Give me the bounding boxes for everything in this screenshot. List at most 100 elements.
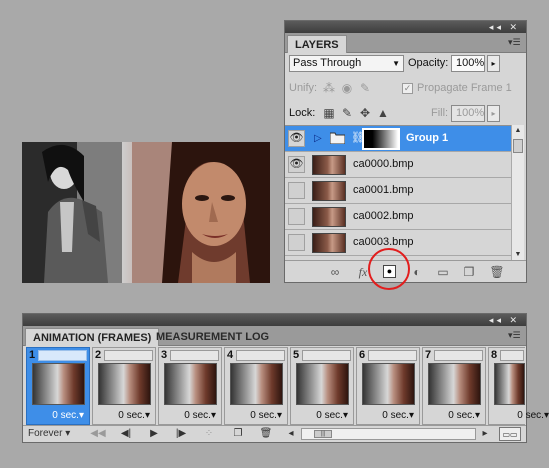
frame-thumbnail <box>98 363 151 405</box>
adjustment-layer-icon[interactable]: ◐ <box>409 264 425 280</box>
tab-layers-label: LAYERS <box>295 39 339 51</box>
unify-visibility-icon[interactable]: ◉ <box>339 80 355 97</box>
tab-layers[interactable]: LAYERS <box>287 35 347 53</box>
frame-header <box>500 350 524 361</box>
scroll-right-icon[interactable]: ▸ <box>479 427 491 441</box>
scroll-thumb[interactable]: ||| <box>314 430 332 438</box>
first-frame-icon[interactable]: ◀◀ <box>89 427 107 441</box>
fill-field[interactable]: 100% <box>451 105 485 122</box>
lock-brush-icon[interactable]: ✎ <box>339 105 355 122</box>
layer-mask-thumbnail[interactable] <box>362 128 400 150</box>
eye-icon[interactable]: 👁 <box>288 156 305 173</box>
frame-6[interactable]: 6 0 sec.▾ <box>356 347 420 425</box>
layers-scrollbar[interactable]: ▲ ▼ <box>511 125 524 261</box>
frame-delay[interactable]: 0 sec.▾ <box>517 410 549 422</box>
frame-delay[interactable]: 0 sec.▾ <box>250 410 282 422</box>
frame-delay[interactable]: 0 sec.▾ <box>118 410 150 422</box>
visibility-toggle-empty[interactable] <box>288 234 305 251</box>
layer-row-group[interactable]: 👁 ▷ ⛓ Group 1 <box>285 126 512 152</box>
frame-delay-value: 0 sec. <box>316 410 343 421</box>
next-frame-icon[interactable]: |▶ <box>172 427 190 441</box>
layers-panel-titlebar[interactable]: ◂◂ ✕ <box>285 21 526 33</box>
visibility-toggle-empty[interactable] <box>288 182 305 199</box>
blend-mode-select[interactable]: Pass Through ▼ <box>289 55 404 72</box>
frame-4[interactable]: 4 0 sec.▾ <box>224 347 288 425</box>
panel-menu-icon[interactable]: ▾☰ <box>508 330 521 340</box>
frame-5[interactable]: 5 0 sec.▾ <box>290 347 354 425</box>
tab-animation-frames[interactable]: ANIMATION (FRAMES) <box>25 328 160 346</box>
trash-icon[interactable]: 🗑 <box>259 427 273 441</box>
tab-measurement-log[interactable]: MEASUREMENT LOG <box>149 328 276 346</box>
convert-to-timeline-icon[interactable]: ▭▭ <box>499 427 521 441</box>
loop-option-value: Forever <box>28 428 63 439</box>
panel-menu-icon[interactable]: ▾☰ <box>508 37 521 47</box>
expand-triangle-icon[interactable]: ▷ <box>314 130 322 147</box>
frame-header <box>368 350 417 361</box>
duplicate-frame-icon[interactable]: ❐ <box>231 427 245 441</box>
layer-name: ca0002.bmp <box>353 210 414 222</box>
scroll-up-icon[interactable]: ▲ <box>512 125 524 137</box>
collapse-close-icons[interactable]: ◂◂ ✕ <box>489 314 520 326</box>
eye-icon[interactable]: 👁 <box>288 130 305 147</box>
loop-options-select[interactable]: Forever ▾ <box>28 427 76 441</box>
unify-style-icon[interactable]: ✎ <box>357 80 373 97</box>
lock-transparency-icon[interactable]: ▦ <box>321 105 337 122</box>
frame-1[interactable]: 1 0 sec.▾ <box>26 347 90 425</box>
highlight-circle-annotation <box>368 248 410 290</box>
frame-delay[interactable]: 0 sec.▾ <box>382 410 414 422</box>
frame-delay[interactable]: 0 sec.▾ <box>448 410 480 422</box>
document-canvas[interactable] <box>22 142 270 283</box>
opacity-field[interactable]: 100% <box>451 55 485 72</box>
frames-scrollbar[interactable]: ||| <box>301 428 476 440</box>
previous-frame-icon[interactable]: ◀| <box>117 427 135 441</box>
layer-row[interactable]: ca0001.bmp <box>285 178 512 204</box>
tween-icon[interactable]: ⁘ <box>199 427 219 441</box>
frame-delay[interactable]: 0 sec.▾ <box>184 410 216 422</box>
scroll-left-icon[interactable]: ◂ <box>285 427 297 441</box>
fill-slider-button[interactable]: ▸ <box>487 105 500 122</box>
tab-animation-label: ANIMATION (FRAMES) <box>33 332 152 344</box>
layer-row[interactable]: 👁 ca0000.bmp <box>285 152 512 178</box>
lock-all-icon[interactable]: ▲ <box>375 105 391 122</box>
visibility-toggle-empty[interactable] <box>288 208 305 225</box>
layers-tab-row: LAYERS ▾☰ <box>285 33 526 53</box>
frame-7[interactable]: 7 0 sec.▾ <box>422 347 486 425</box>
frame-number: 3 <box>161 349 168 361</box>
frame-header <box>170 350 219 361</box>
play-icon[interactable]: ▶ <box>147 427 161 441</box>
animation-panel-titlebar[interactable]: ◂◂ ✕ <box>23 314 526 326</box>
new-group-icon[interactable]: ▭ <box>435 264 451 280</box>
unify-position-icon[interactable]: ⁂ <box>321 80 337 97</box>
trash-icon[interactable]: 🗑 <box>489 264 505 280</box>
animation-footer: Forever ▾ ◀◀ ◀| ▶ |▶ ⁘ ❐ 🗑 ◂ ||| ▸ ▭▭ <box>23 425 526 442</box>
link-layers-icon[interactable]: ∞ <box>327 264 343 280</box>
frame-thumbnail <box>164 363 217 405</box>
layer-name: ca0000.bmp <box>353 158 414 170</box>
frame-thumbnail <box>494 363 525 405</box>
fill-value: 100% <box>456 107 485 119</box>
color-portrait-face <box>132 142 270 283</box>
lock-move-icon[interactable]: ✥ <box>357 105 373 122</box>
frame-delay-value: 0 sec. <box>382 410 409 421</box>
frame-thumbnail <box>230 363 283 405</box>
scroll-thumb[interactable] <box>513 139 523 153</box>
frame-delay-value: 0 sec. <box>517 410 544 421</box>
propagate-frame-checkbox[interactable]: ✓ <box>402 83 413 94</box>
frame-delay[interactable]: 0 sec.▾ <box>316 410 348 422</box>
new-layer-icon[interactable]: ❐ <box>461 264 477 280</box>
frame-header <box>38 350 87 361</box>
opacity-slider-button[interactable]: ▸ <box>487 55 500 72</box>
frame-thumbnail <box>362 363 415 405</box>
frame-8[interactable]: 8 0 sec.▾ <box>488 347 549 425</box>
frame-3[interactable]: 3 0 sec.▾ <box>158 347 222 425</box>
layer-row[interactable]: ca0002.bmp <box>285 204 512 230</box>
frame-thumbnail <box>296 363 349 405</box>
frame-number: 6 <box>359 349 366 361</box>
layer-name: Group 1 <box>406 132 449 144</box>
frame-delay[interactable]: 0 sec.▾ <box>52 410 84 422</box>
collapse-close-icons[interactable]: ◂◂ ✕ <box>489 21 520 33</box>
layer-thumbnail <box>312 233 346 253</box>
frame-2[interactable]: 2 0 sec.▾ <box>92 347 156 425</box>
frame-delay-value: 0 sec. <box>118 410 145 421</box>
fill-label: Fill: <box>431 107 449 119</box>
